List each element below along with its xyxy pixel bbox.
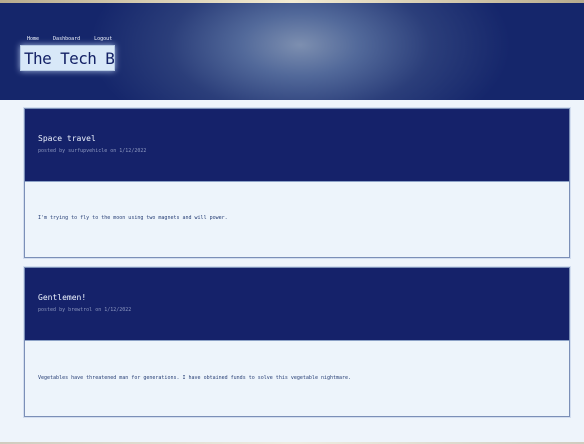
site-title[interactable]: The Tech Blog (20, 45, 115, 71)
nav-dashboard-link[interactable]: Dashboard (53, 36, 80, 42)
blog-post-card[interactable]: Gentlemen! posted by brewtrol on 1/12/20… (24, 267, 570, 417)
post-title[interactable]: Space travel (38, 134, 569, 144)
nav-home-link[interactable]: Home (27, 36, 39, 42)
nav-logout-link[interactable]: Logout (94, 36, 112, 42)
post-header: Space travel posted by surfupvehicle on … (25, 109, 569, 182)
site-header: Home Dashboard Logout The Tech Blog (0, 3, 584, 100)
post-body: I'm trying to fly to the moon using two … (25, 182, 569, 258)
post-title[interactable]: Gentlemen! (38, 293, 569, 303)
post-body: Vegetables have threatened man for gener… (25, 341, 569, 417)
post-header: Gentlemen! posted by brewtrol on 1/12/20… (25, 268, 569, 341)
post-content: Vegetables have threatened man for gener… (38, 375, 352, 381)
top-navigation: Home Dashboard Logout (27, 36, 112, 42)
post-content: I'm trying to fly to the moon using two … (38, 215, 228, 221)
post-meta: posted by brewtrol on 1/12/2022 (38, 307, 132, 313)
blog-post-card[interactable]: Space travel posted by surfupvehicle on … (24, 108, 570, 258)
post-meta: posted by surfupvehicle on 1/12/2022 (38, 148, 147, 154)
